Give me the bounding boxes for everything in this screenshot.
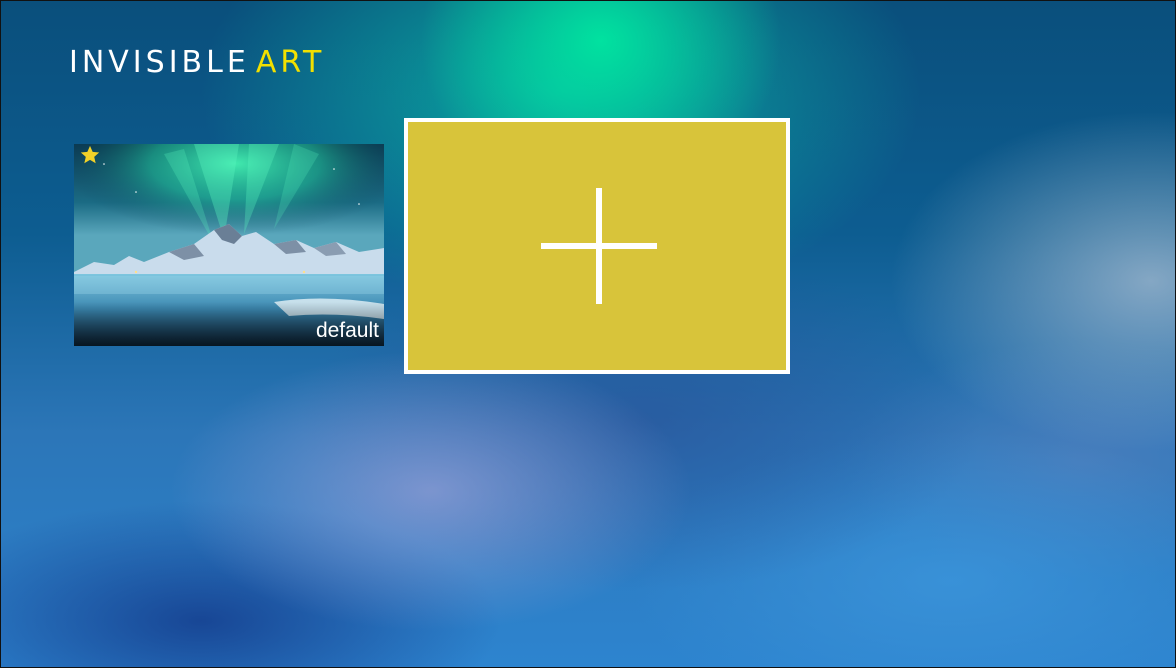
plus-icon [541, 188, 657, 304]
app-logo: INVISIBLE ART [69, 43, 325, 83]
logo-word-art: ART [255, 45, 326, 80]
add-art-button[interactable] [404, 118, 790, 374]
art-tile-default[interactable]: default [74, 144, 384, 346]
tile-label-default: default [315, 319, 379, 342]
art-selection-screen: INVISIBLE ART default [0, 0, 1176, 668]
logo-word-invisible: INVISIBLE [69, 45, 250, 80]
star-icon [80, 145, 100, 164]
